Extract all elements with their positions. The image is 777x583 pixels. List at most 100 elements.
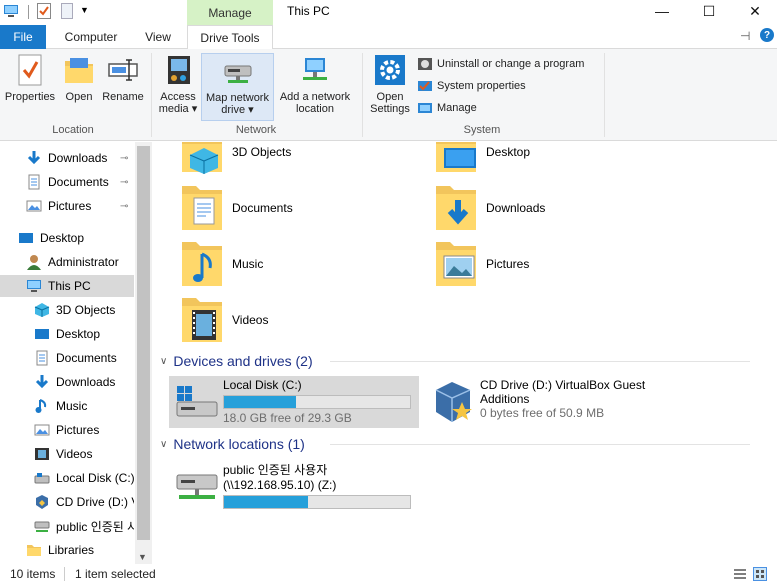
network-drive-z[interactable]: public 인증된 사용자 (\\192.168.95.10) (Z:) <box>169 459 439 511</box>
properties-quick-icon[interactable] <box>37 3 51 19</box>
manage-button[interactable]: Manage <box>417 98 477 118</box>
pin-icon[interactable]: ⊸ <box>120 177 128 188</box>
scroll-down-icon[interactable]: ▼ <box>138 552 147 562</box>
nav-item-documents[interactable]: Documents <box>0 347 134 369</box>
manage-context-tab[interactable]: Manage <box>187 0 273 25</box>
nav-item-label: Downloads <box>56 375 116 389</box>
folder-documents[interactable]: Documents <box>178 184 293 232</box>
rename-button[interactable]: Rename <box>100 53 146 121</box>
pin-ribbon-icon[interactable]: ⊣ <box>740 29 750 43</box>
local-disk-drive[interactable]: Local Disk (C:) 18.0 GB free of 29.3 GB <box>169 376 419 428</box>
open-settings-button[interactable]: Open Settings <box>366 53 414 121</box>
user-icon <box>26 254 42 270</box>
nav-item-downloads-pinned[interactable]: Downloads ⊸ <box>0 147 134 169</box>
nav-scrollbar-thumb[interactable] <box>137 146 150 540</box>
status-separator <box>64 567 65 581</box>
tab-computer[interactable]: Computer <box>52 25 130 49</box>
add-network-location-button[interactable]: Add a network location <box>276 53 354 121</box>
uninstall-icon <box>417 56 433 72</box>
folder-videos[interactable]: Videos <box>178 296 268 344</box>
settings-gear-icon <box>373 53 407 87</box>
collapse-chevron-icon[interactable]: ∨ <box>160 439 167 450</box>
rename-label: Rename <box>102 91 144 103</box>
nav-item-local-disk[interactable]: Local Disk (C:) <box>0 467 134 489</box>
desktop-icon <box>18 230 34 246</box>
help-icon[interactable]: ? <box>760 28 774 42</box>
ribbon-separator <box>151 53 152 137</box>
devices-header-label: Devices and drives (2) <box>173 353 313 369</box>
tab-file[interactable]: File <box>0 25 46 49</box>
nav-item-label: Downloads <box>48 151 108 165</box>
nav-item-label: Documents <box>56 351 117 365</box>
network-section-header[interactable]: ∨ Network locations (1) <box>160 434 760 454</box>
tab-view[interactable]: View <box>135 25 181 49</box>
details-view-icon[interactable] <box>733 568 747 583</box>
large-icons-view-icon[interactable] <box>753 567 767 583</box>
nav-item-videos[interactable]: Videos <box>0 443 134 465</box>
window-title: This PC <box>287 4 330 18</box>
maximize-button[interactable]: ☐ <box>686 0 732 22</box>
nav-item-label: Pictures <box>56 423 100 437</box>
collapse-chevron-icon[interactable]: ∨ <box>160 356 167 367</box>
nav-item-desktop-root[interactable]: Desktop <box>0 227 134 249</box>
open-button[interactable]: Open <box>60 53 98 121</box>
new-folder-quick-icon[interactable] <box>61 3 73 19</box>
nav-item-pictures-pinned[interactable]: Pictures ⊸ <box>0 195 134 217</box>
network-drive-icon <box>34 518 50 534</box>
system-group-label: System <box>463 124 501 136</box>
minimize-button[interactable]: — <box>639 0 685 22</box>
virtualbox-cd-icon <box>430 378 480 426</box>
pin-icon[interactable]: ⊸ <box>120 201 128 212</box>
properties-button[interactable]: Properties <box>2 53 58 121</box>
nav-item-administrator[interactable]: Administrator <box>0 251 134 273</box>
windows-drive-icon <box>173 378 223 426</box>
nav-item-music[interactable]: Music <box>0 395 134 417</box>
disk-usage-fill <box>224 396 296 408</box>
quick-access-separator <box>28 5 29 19</box>
nav-item-label: Music <box>56 399 88 413</box>
system-properties-button[interactable]: System properties <box>417 76 526 96</box>
folder-music[interactable]: Music <box>178 240 263 288</box>
3d-objects-icon <box>34 302 50 318</box>
folder-desktop[interactable]: Desktop <box>432 142 530 176</box>
nav-item-3d-objects[interactable]: 3D Objects <box>0 299 134 321</box>
cd-drive[interactable]: CD Drive (D:) VirtualBox Guest Additions… <box>426 376 706 428</box>
manage-label: Manage <box>437 102 477 114</box>
drive-name-line-1: CD Drive (D:) VirtualBox Guest <box>480 378 646 392</box>
nav-item-label: 3D Objects <box>56 303 116 317</box>
nav-item-label: This PC <box>48 279 91 293</box>
map-network-drive-button[interactable]: Map network drive ▾ <box>201 53 274 121</box>
pin-icon[interactable]: ⊸ <box>120 153 128 164</box>
folder-3d-objects[interactable]: 3D Objects <box>178 142 291 176</box>
ribbon-separator <box>604 53 605 137</box>
this-pc-icon[interactable] <box>3 3 19 19</box>
access-media-button[interactable]: Access media ▾ <box>156 53 200 121</box>
status-bar: 10 items 1 item selected <box>0 564 777 583</box>
folder-pictures[interactable]: Pictures <box>432 240 529 288</box>
nav-item-cd-drive[interactable]: CD Drive (D:) V <box>0 491 134 513</box>
drive-name-line-2: Additions <box>480 392 530 406</box>
nav-item-desktop[interactable]: Desktop <box>0 323 134 345</box>
ribbon-tabs: File Computer View Drive Tools ⊣ ? <box>0 25 777 50</box>
documents-folder-icon <box>178 184 226 232</box>
customize-quick-access-icon[interactable]: ▼ <box>80 5 90 21</box>
tab-drive-tools[interactable]: Drive Tools <box>187 25 273 50</box>
close-button[interactable]: ✕ <box>732 0 777 22</box>
devices-section-header[interactable]: ∨ Devices and drives (2) <box>160 351 760 371</box>
nav-item-network-drive[interactable]: public 인증된 사 <box>0 515 134 537</box>
nav-item-this-pc[interactable]: This PC <box>0 275 134 297</box>
folder-downloads[interactable]: Downloads <box>432 184 545 232</box>
nav-item-pictures[interactable]: Pictures <box>0 419 134 441</box>
uninstall-program-button[interactable]: Uninstall or change a program <box>417 54 584 74</box>
nav-item-documents-pinned[interactable]: Documents ⊸ <box>0 171 134 193</box>
open-settings-label-1: Open <box>376 91 404 103</box>
videos-folder-icon <box>178 296 226 344</box>
drive-free-space: 18.0 GB free of 29.3 GB <box>223 411 352 425</box>
nav-item-downloads[interactable]: Downloads <box>0 371 134 393</box>
ribbon: Properties Open Rename Location Access m… <box>0 49 777 141</box>
folder-label: Desktop <box>486 145 531 159</box>
desktop-icon <box>34 326 50 342</box>
nav-scrollbar[interactable]: ▼ <box>135 142 152 564</box>
network-header-label: Network locations (1) <box>173 436 305 452</box>
nav-item-libraries[interactable]: Libraries <box>0 539 134 561</box>
